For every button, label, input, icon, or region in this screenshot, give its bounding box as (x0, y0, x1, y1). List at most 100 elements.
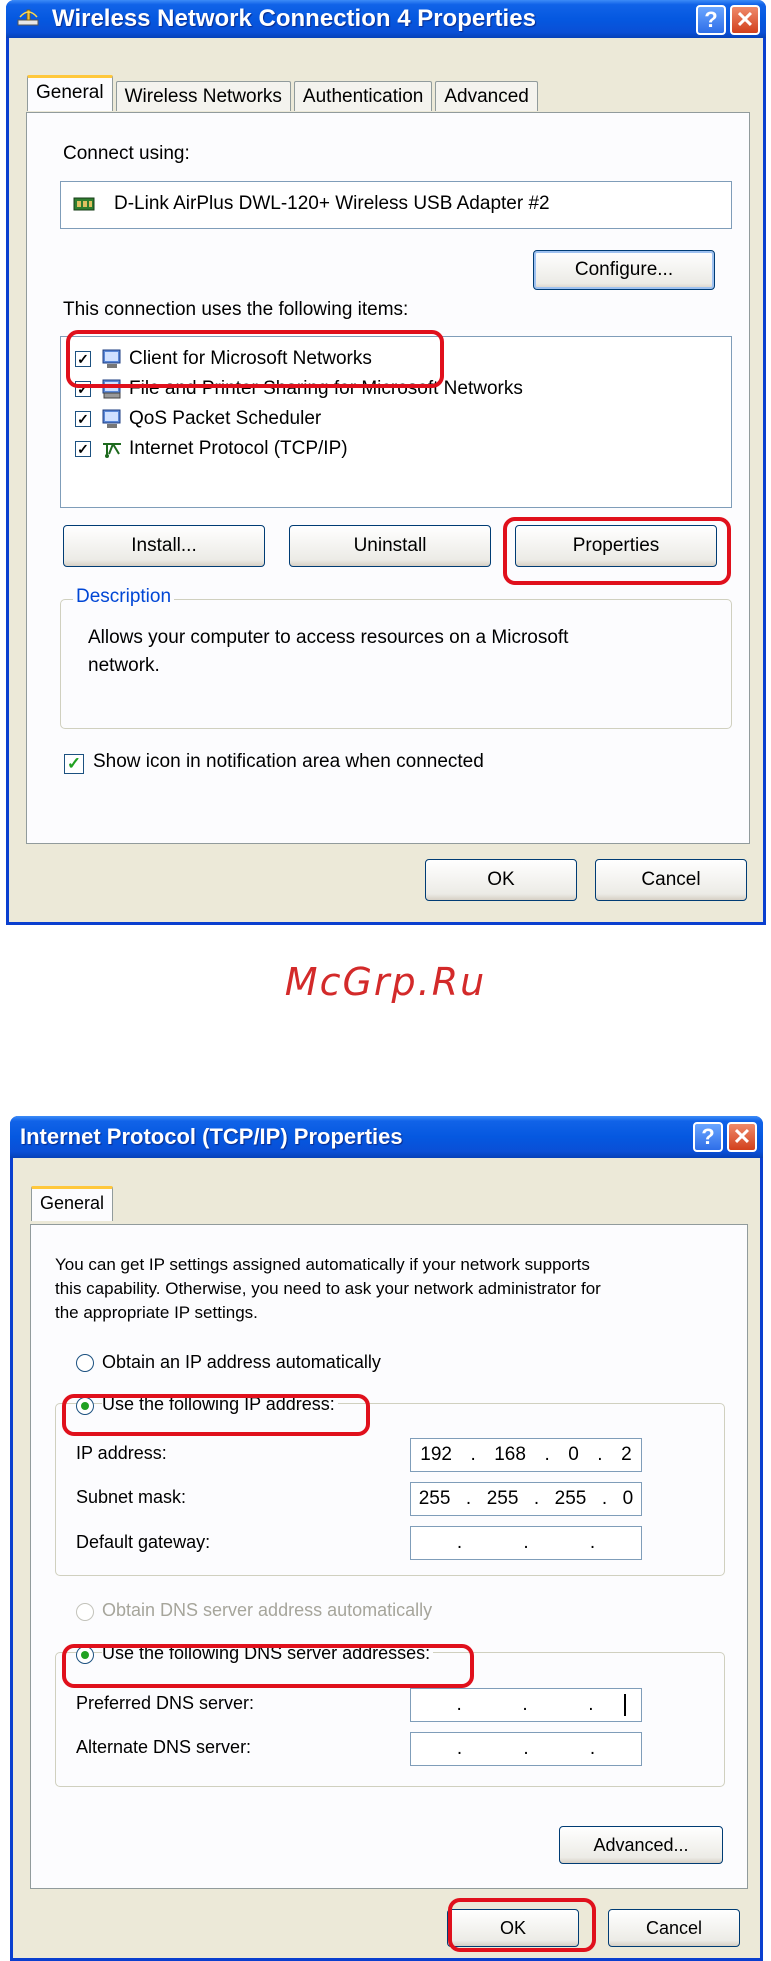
ip-octet: 192 (420, 1444, 452, 1465)
protocol-icon (101, 438, 123, 458)
advanced-button[interactable]: Advanced... (559, 1826, 723, 1864)
window-title: Internet Protocol (TCP/IP) Properties (20, 1124, 403, 1149)
preferred-dns-label: Preferred DNS server: (76, 1693, 255, 1713)
adapter-icon (73, 194, 95, 214)
watermark: McGrp.Ru (284, 960, 487, 1004)
description-groupbox (60, 599, 732, 729)
install-button[interactable]: Install... (63, 525, 265, 567)
items-label: This connection uses the following items… (63, 299, 409, 320)
ip-dot: . (523, 1738, 529, 1759)
obtain-ip-radio[interactable] (76, 1354, 94, 1372)
item-label: Internet Protocol (TCP/IP) (129, 438, 348, 459)
item-label: QoS Packet Scheduler (129, 408, 322, 429)
ip-octet: 0 (622, 1488, 634, 1509)
install-label: Install... (131, 535, 197, 556)
title-bar[interactable]: Wireless Network Connection 4 Properties… (6, 0, 766, 38)
item-label: File and Printer Sharing for Microsoft N… (129, 378, 523, 399)
ip-dot: . (456, 1694, 462, 1715)
network-connection-icon (16, 7, 42, 31)
obtain-dns-radio[interactable] (76, 1603, 94, 1621)
use-ip-label[interactable]: Use the following IP address: (102, 1394, 338, 1415)
list-item[interactable]: ✓ File and Printer Sharing for Microsoft… (61, 375, 721, 405)
ip-dot: . (588, 1694, 594, 1715)
show-icon-checkbox[interactable]: ✓ (64, 754, 84, 774)
list-item[interactable]: ✓ QoS Packet Scheduler (61, 405, 721, 435)
uninstall-label: Uninstall (353, 535, 427, 556)
close-icon: ✕ (735, 7, 755, 32)
tcpip-properties-window: Internet Protocol (TCP/IP) Properties ? … (10, 1116, 763, 1961)
tab-advanced[interactable]: Advanced (435, 81, 538, 111)
item-checkbox[interactable]: ✓ (75, 381, 91, 397)
adapter-name: D-Link AirPlus DWL-120+ Wireless USB Ada… (114, 193, 550, 214)
uninstall-button[interactable]: Uninstall (289, 525, 491, 567)
close-button[interactable]: ✕ (727, 1122, 757, 1152)
ip-dot: . (523, 1532, 529, 1553)
ip-octet: 0 (568, 1444, 579, 1465)
wireless-properties-window: Wireless Network Connection 4 Properties… (6, 0, 766, 925)
ip-octet: 255 (418, 1488, 451, 1509)
use-ip-radio[interactable] (76, 1397, 94, 1415)
ok-label: OK (499, 1917, 526, 1938)
preferred-dns-input[interactable]: . . . (410, 1688, 642, 1722)
cancel-button[interactable]: Cancel (608, 1909, 740, 1947)
list-item[interactable]: ✓ Internet Protocol (TCP/IP) (61, 435, 721, 465)
intro-line-2: this capability. Otherwise, you need to … (55, 1279, 601, 1298)
gateway-input[interactable]: . . . (410, 1526, 642, 1560)
alternate-dns-input[interactable]: . . . (410, 1732, 642, 1766)
general-panel: You can get IP settings assigned automat… (30, 1224, 748, 1889)
adapter-field: D-Link AirPlus DWL-120+ Wireless USB Ada… (60, 181, 732, 229)
obtain-dns-label[interactable]: Obtain DNS server address automatically (102, 1600, 432, 1621)
subnet-input[interactable]: 255. 255. 255. 0 (410, 1482, 642, 1516)
tab-general[interactable]: General (27, 75, 113, 111)
ip-octet: 2 (621, 1444, 632, 1465)
help-button[interactable]: ? (693, 1122, 723, 1152)
tab-strip: General (31, 1186, 116, 1221)
item-label: Client for Microsoft Networks (129, 348, 372, 369)
cancel-button[interactable]: Cancel (595, 859, 747, 901)
ip-octet: 255 (486, 1488, 519, 1509)
properties-button[interactable]: Properties (515, 525, 717, 567)
configure-button[interactable]: Configure... (533, 250, 715, 290)
item-checkbox[interactable]: ✓ (75, 351, 91, 367)
use-dns-radio[interactable] (76, 1646, 94, 1664)
ok-button[interactable]: OK (447, 1909, 579, 1947)
cancel-label: Cancel (645, 1917, 703, 1938)
ip-dot: . (601, 1488, 608, 1509)
text-cursor (623, 1694, 626, 1716)
tab-general[interactable]: General (31, 1186, 114, 1221)
ok-button[interactable]: OK (425, 859, 577, 901)
advanced-label: Advanced... (593, 1834, 689, 1855)
help-button[interactable]: ? (696, 5, 726, 35)
ip-dot: . (470, 1444, 476, 1465)
tab-authentication[interactable]: Authentication (293, 81, 433, 111)
ip-dot: . (522, 1694, 528, 1715)
ip-octet: 255 (554, 1488, 587, 1509)
components-list[interactable]: ✓ Client for Microsoft Networks ✓ File a… (60, 336, 732, 508)
gateway-label: Default gateway: (76, 1532, 211, 1552)
show-icon-label[interactable]: Show icon in notification area when conn… (93, 751, 484, 773)
ip-dot: . (589, 1532, 596, 1553)
general-panel: Connect using: D-Link AirPlus DWL-120+ W… (26, 112, 750, 844)
ip-address-input[interactable]: 192. 168. 0. 2 (410, 1438, 642, 1472)
item-checkbox[interactable]: ✓ (75, 411, 91, 427)
close-button[interactable]: ✕ (730, 5, 760, 35)
properties-label: Properties (572, 535, 660, 556)
qos-scheduler-icon (101, 408, 123, 428)
ip-dot: . (589, 1738, 596, 1759)
ip-dot: . (456, 1738, 463, 1759)
title-bar[interactable]: Internet Protocol (TCP/IP) Properties ? … (10, 1116, 763, 1158)
configure-label: Configure... (574, 259, 674, 280)
obtain-ip-label[interactable]: Obtain an IP address automatically (102, 1352, 381, 1373)
subnet-label: Subnet mask: (76, 1487, 187, 1507)
ip-octet: 168 (494, 1444, 526, 1465)
tab-wireless-networks[interactable]: Wireless Networks (115, 81, 291, 111)
ip-address-label: IP address: (76, 1443, 167, 1463)
item-checkbox[interactable]: ✓ (75, 441, 91, 457)
use-dns-label[interactable]: Use the following DNS server addresses: (102, 1643, 434, 1664)
file-printer-sharing-icon (101, 378, 123, 399)
connect-using-label: Connect using: (63, 143, 190, 164)
description-legend: Description (73, 586, 175, 608)
list-item[interactable]: ✓ Client for Microsoft Networks (61, 345, 721, 375)
ip-dot: . (544, 1444, 550, 1465)
close-icon: ✕ (732, 1124, 752, 1149)
